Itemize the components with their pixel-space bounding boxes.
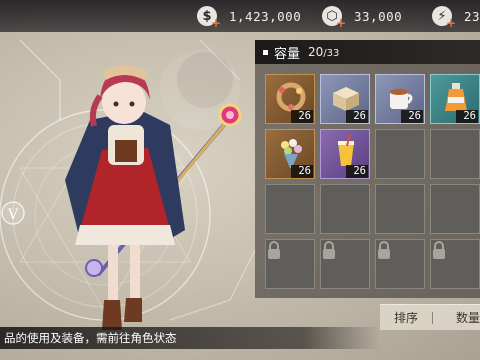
inventory-slot[interactable]: 26 bbox=[265, 129, 315, 179]
header-bullet-icon bbox=[263, 49, 268, 55]
inventory-slot-empty[interactable] bbox=[375, 129, 425, 179]
lock-icon bbox=[433, 241, 445, 259]
lock-icon bbox=[323, 241, 335, 259]
inventory-slot-empty[interactable] bbox=[375, 184, 425, 234]
currency-gem[interactable]: ⬡ + 33,000 bbox=[322, 6, 403, 30]
item-quantity: 26 bbox=[456, 110, 478, 123]
coin-value: 1,423,000 bbox=[229, 8, 302, 24]
item-quantity: 26 bbox=[346, 165, 368, 178]
item-quantity: 26 bbox=[401, 110, 423, 123]
capacity-title: 容量 bbox=[274, 46, 301, 62]
gem-value: 33,000 bbox=[354, 8, 403, 24]
character-illustration bbox=[65, 65, 242, 330]
capacity-count: 20/33 bbox=[308, 45, 340, 59]
currency-stamina[interactable]: ⚡ + 23 bbox=[432, 6, 480, 30]
sort-button[interactable]: 排序 bbox=[394, 309, 418, 326]
inventory-slot[interactable]: 26 bbox=[320, 129, 370, 179]
lock-icon bbox=[268, 241, 280, 259]
inventory-slot-empty[interactable] bbox=[265, 184, 315, 234]
item-quantity: 26 bbox=[291, 165, 313, 178]
inventory-slot-empty[interactable] bbox=[430, 129, 480, 179]
inventory-slot-locked[interactable] bbox=[375, 239, 425, 289]
svg-text:V: V bbox=[7, 207, 19, 223]
inventory-panel: 容量 20/33 26 26 26 26 26 26 bbox=[255, 40, 480, 298]
item-quantity: 26 bbox=[291, 110, 313, 123]
stamina-value: 23 bbox=[464, 8, 480, 24]
inventory-slot-locked[interactable] bbox=[265, 239, 315, 289]
add-stamina-icon[interactable]: + bbox=[446, 16, 456, 30]
sort-bar: 排序 数量 bbox=[380, 304, 480, 330]
inventory-slot-empty[interactable] bbox=[320, 184, 370, 234]
add-coin-icon[interactable]: + bbox=[211, 16, 221, 30]
currency-bar: $ + 1,423,000 ⬡ + 33,000 ⚡ + 23 bbox=[0, 0, 480, 32]
inventory-slot[interactable]: 26 bbox=[265, 74, 315, 124]
inventory-slot[interactable]: 26 bbox=[430, 74, 480, 124]
inventory-slot[interactable]: 26 bbox=[375, 74, 425, 124]
inventory-slot[interactable]: 26 bbox=[320, 74, 370, 124]
item-quantity: 26 bbox=[346, 110, 368, 123]
quantity-sort-button[interactable]: 数量 bbox=[456, 309, 480, 326]
sort-divider bbox=[432, 312, 433, 324]
lock-icon bbox=[378, 241, 390, 259]
currency-coin[interactable]: $ + 1,423,000 bbox=[197, 6, 302, 30]
add-gem-icon[interactable]: + bbox=[336, 16, 346, 30]
inventory-header: 容量 20/33 bbox=[255, 40, 480, 64]
inventory-slot-empty[interactable] bbox=[430, 184, 480, 234]
usage-hint-text: 品的使用及装备，需前往角色状态 bbox=[0, 327, 380, 349]
inventory-slot-locked[interactable] bbox=[320, 239, 370, 289]
inventory-slot-locked[interactable] bbox=[430, 239, 480, 289]
